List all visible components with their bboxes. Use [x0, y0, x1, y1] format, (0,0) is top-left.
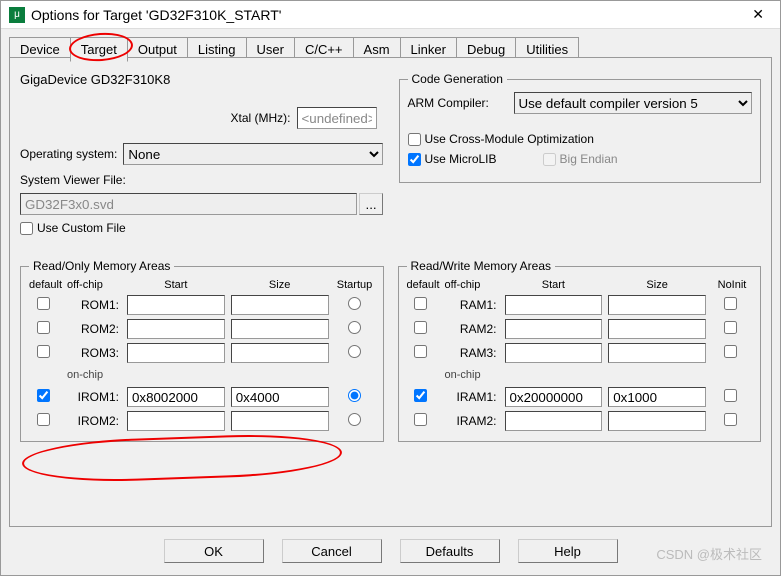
irom2-startup[interactable] — [348, 413, 361, 426]
bigendian-checkbox — [543, 153, 556, 166]
iram1-default[interactable] — [414, 389, 427, 402]
window-title: Options for Target 'GD32F310K_START' — [31, 7, 744, 23]
compiler-label: ARM Compiler: — [408, 96, 508, 110]
rom1-start[interactable] — [127, 295, 225, 315]
sysviewer-input[interactable] — [20, 193, 357, 215]
tab-target[interactable]: Target — [70, 37, 128, 62]
rom1-startup[interactable] — [348, 297, 361, 310]
ro-hdr-size: Size — [231, 279, 329, 291]
rw-hdr-start: Start — [505, 279, 603, 291]
cancel-button[interactable]: Cancel — [282, 539, 382, 563]
ro-hdr-start: Start — [127, 279, 225, 291]
close-icon[interactable]: ✕ — [744, 6, 772, 23]
codegen-group: Code Generation ARM Compiler: Use defaul… — [399, 72, 762, 183]
irom1-label: IROM1: — [67, 390, 121, 404]
irom1-startup[interactable] — [348, 389, 361, 402]
irom1-start[interactable] — [127, 387, 225, 407]
rom2-default[interactable] — [37, 321, 50, 334]
iram1-label: IRAM1: — [445, 390, 499, 404]
readwrite-legend: Read/Write Memory Areas — [407, 259, 556, 273]
os-label: Operating system: — [20, 147, 117, 161]
use-custom-file-checkbox[interactable] — [20, 222, 33, 235]
os-select[interactable]: None — [123, 143, 382, 165]
bigendian-label: Big Endian — [560, 152, 618, 166]
rom2-start[interactable] — [127, 319, 225, 339]
rom3-startup[interactable] — [348, 345, 361, 358]
rw-hdr-offchip: off-chip — [445, 279, 499, 291]
rom2-size[interactable] — [231, 319, 329, 339]
ram2-size[interactable] — [608, 319, 706, 339]
ram1-noinit[interactable] — [724, 297, 737, 310]
dialog-buttons: OK Cancel Defaults Help — [1, 539, 780, 563]
rom2-label: ROM2: — [67, 322, 121, 336]
sysviewer-label: System Viewer File: — [20, 173, 126, 187]
cross-module-label: Use Cross-Module Optimization — [425, 132, 594, 146]
cross-module-checkbox[interactable] — [408, 133, 421, 146]
rw-hdr-size: Size — [608, 279, 706, 291]
ram1-start[interactable] — [505, 295, 603, 315]
irom2-label: IROM2: — [67, 414, 121, 428]
use-custom-file-label: Use Custom File — [37, 221, 126, 235]
ram1-label: RAM1: — [445, 298, 499, 312]
ram3-label: RAM3: — [445, 346, 499, 360]
title-bar: μ Options for Target 'GD32F310K_START' ✕ — [1, 1, 780, 29]
defaults-button[interactable]: Defaults — [400, 539, 500, 563]
ram2-default[interactable] — [414, 321, 427, 334]
sysviewer-browse-button[interactable]: ... — [359, 193, 383, 215]
rom1-label: ROM1: — [67, 298, 121, 312]
xtal-label: Xtal (MHz): — [231, 111, 291, 125]
device-name: GigaDevice GD32F310K8 — [20, 72, 383, 87]
iram2-label: IRAM2: — [445, 414, 499, 428]
ram3-start[interactable] — [505, 343, 603, 363]
help-button[interactable]: Help — [518, 539, 618, 563]
microlib-checkbox[interactable] — [408, 153, 421, 166]
iram1-size[interactable] — [608, 387, 706, 407]
rom3-size[interactable] — [231, 343, 329, 363]
irom2-default[interactable] — [37, 413, 50, 426]
compiler-select[interactable]: Use default compiler version 5 — [514, 92, 753, 114]
ram1-size[interactable] — [608, 295, 706, 315]
ram2-start[interactable] — [505, 319, 603, 339]
iram1-noinit[interactable] — [724, 389, 737, 402]
ram3-noinit[interactable] — [724, 345, 737, 358]
rom3-start[interactable] — [127, 343, 225, 363]
iram2-default[interactable] — [414, 413, 427, 426]
rw-hdr-noinit: NoInit — [712, 279, 752, 291]
rw-onchip-label: on-chip — [445, 367, 753, 383]
rom1-size[interactable] — [231, 295, 329, 315]
iram2-size[interactable] — [608, 411, 706, 431]
rw-hdr-default: default — [407, 279, 439, 291]
iram2-start[interactable] — [505, 411, 603, 431]
target-panel: GigaDevice GD32F310K8 Xtal (MHz): Operat… — [9, 57, 772, 527]
readwrite-mem-group: Read/Write Memory Areas default off-chip… — [398, 259, 762, 442]
rom3-default[interactable] — [37, 345, 50, 358]
microlib-label: Use MicroLIB — [425, 152, 497, 166]
ram2-noinit[interactable] — [724, 321, 737, 334]
irom2-size[interactable] — [231, 411, 329, 431]
ram3-default[interactable] — [414, 345, 427, 358]
xtal-input[interactable] — [297, 107, 377, 129]
readonly-mem-group: Read/Only Memory Areas default off-chip … — [20, 259, 384, 442]
irom1-size[interactable] — [231, 387, 329, 407]
rom1-default[interactable] — [37, 297, 50, 310]
rom2-startup[interactable] — [348, 321, 361, 334]
irom2-start[interactable] — [127, 411, 225, 431]
iram2-noinit[interactable] — [724, 413, 737, 426]
ram1-default[interactable] — [414, 297, 427, 310]
ro-hdr-offchip: off-chip — [67, 279, 121, 291]
readonly-legend: Read/Only Memory Areas — [29, 259, 174, 273]
iram1-start[interactable] — [505, 387, 603, 407]
rom3-label: ROM3: — [67, 346, 121, 360]
ro-hdr-default: default — [29, 279, 61, 291]
ok-button[interactable]: OK — [164, 539, 264, 563]
app-icon: μ — [9, 7, 25, 23]
ram2-label: RAM2: — [445, 322, 499, 336]
ro-onchip-label: on-chip — [67, 367, 375, 383]
irom1-default[interactable] — [37, 389, 50, 402]
ro-hdr-startup: Startup — [335, 279, 375, 291]
ram3-size[interactable] — [608, 343, 706, 363]
codegen-legend: Code Generation — [408, 72, 507, 86]
